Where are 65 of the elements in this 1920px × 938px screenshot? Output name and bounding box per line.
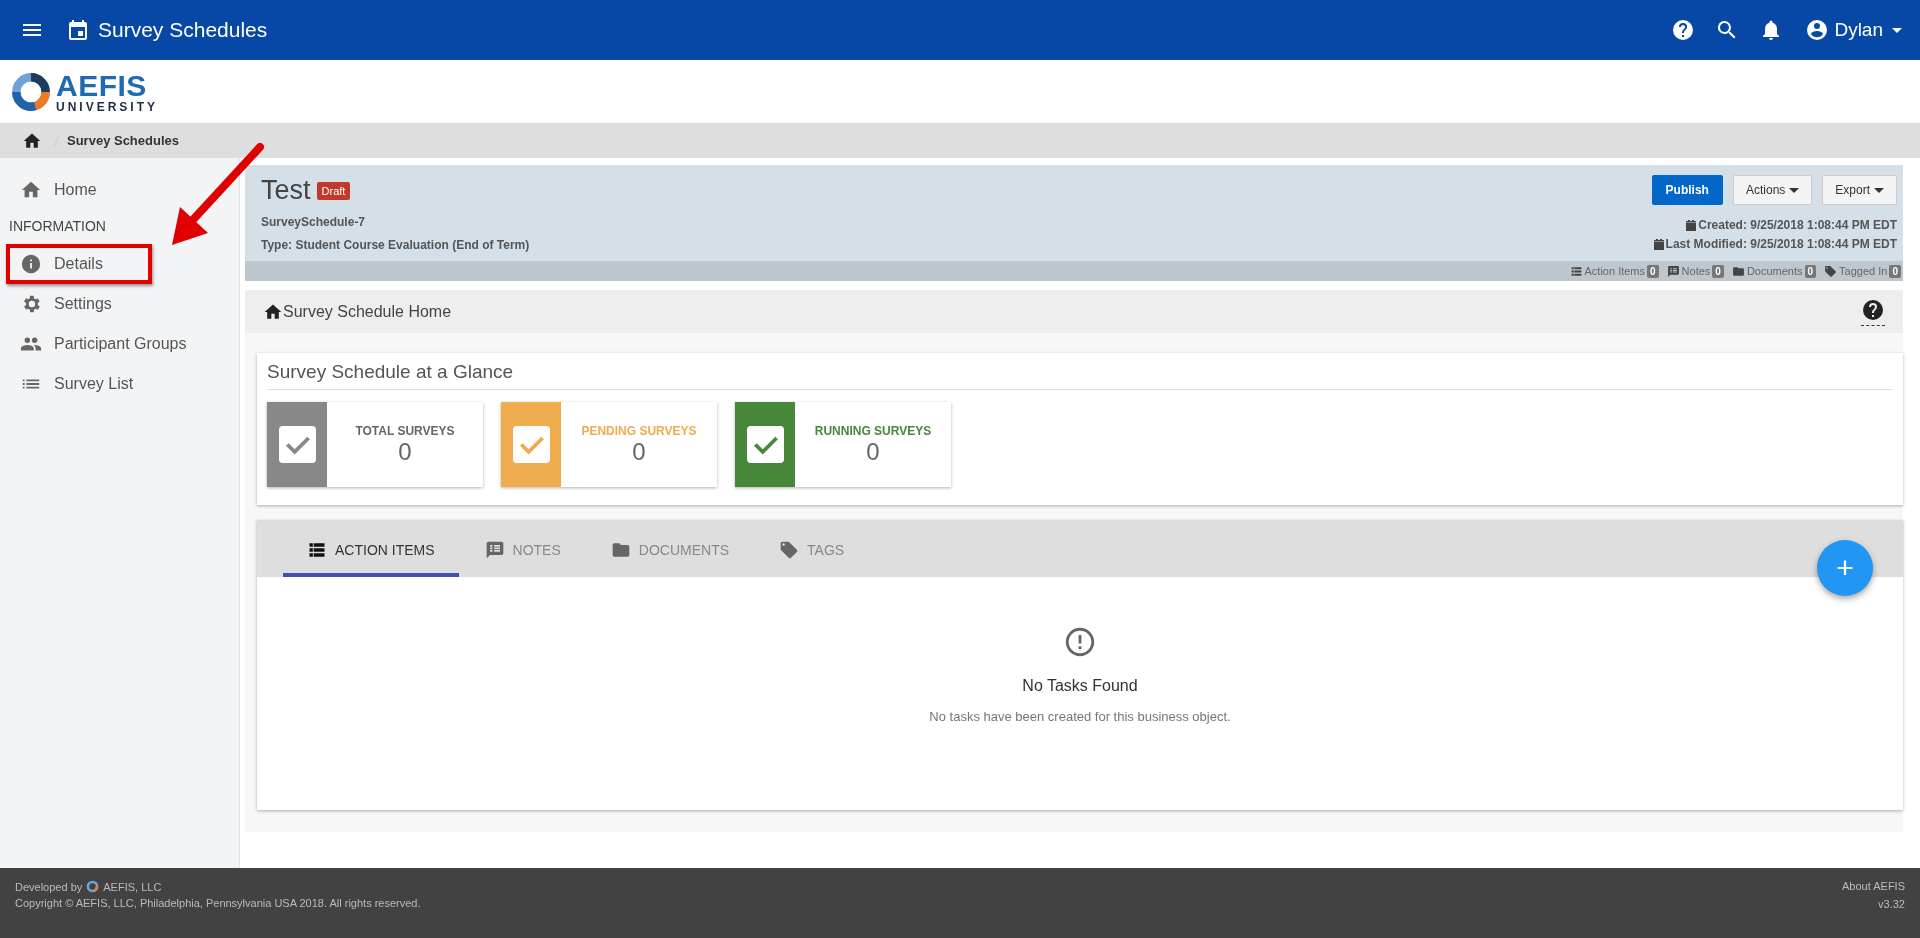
tag-icon	[779, 539, 800, 560]
checkbox-icon	[746, 426, 784, 463]
info-icon	[20, 253, 42, 275]
stat-label: RUNNING SURVEYS	[814, 424, 932, 438]
list-icon	[1569, 264, 1583, 278]
comment-icon	[1666, 264, 1680, 278]
company-name: AEFIS, LLC	[103, 880, 162, 893]
logo-name: AEFIS	[56, 70, 148, 101]
empty-message: No tasks have been created for this business object.	[929, 709, 1231, 724]
checkbox-icon	[278, 426, 316, 463]
count-badge: 0	[1804, 264, 1817, 278]
record-type: Type: Student Course Evaluation (End of Term)	[261, 238, 530, 252]
page-title: Survey Schedules	[98, 18, 268, 42]
counter-label[interactable]: Tagged In	[1839, 265, 1888, 277]
record-title: Test	[261, 175, 311, 206]
account-icon	[1805, 18, 1830, 42]
about-link[interactable]: About AEFIS	[1842, 880, 1905, 892]
record-id: SurveySchedule-7	[261, 215, 367, 229]
stat-value: 0	[632, 438, 646, 466]
tab[interactable]: ACTION ITEMS	[283, 520, 459, 577]
tag-icon	[1824, 264, 1838, 278]
caret-icon	[1789, 187, 1800, 193]
developed-by-text: Developed by	[15, 880, 83, 893]
count-badge: 0	[1712, 264, 1724, 278]
breadcrumb-link[interactable]: Survey Schedules	[67, 133, 179, 148]
publish-button[interactable]: Publish	[1651, 175, 1723, 205]
alert-icon	[1063, 625, 1097, 659]
sidebar-item[interactable]: Settings	[6, 284, 136, 324]
sidebar-item[interactable]: Details	[6, 244, 152, 284]
dropdown-button[interactable]: Actions	[1732, 175, 1813, 205]
dropdown-button[interactable]: Export	[1822, 175, 1897, 205]
comment-icon	[484, 539, 505, 560]
logo-subtitle: UNIVERSITY	[56, 100, 158, 113]
empty-title: No Tasks Found	[1022, 677, 1138, 695]
calendar-icon	[66, 18, 90, 42]
section-title: Survey Schedule Home	[283, 302, 452, 321]
count-badge: 0	[1889, 264, 1901, 278]
checkbox-icon	[512, 426, 550, 463]
glance-title: Survey Schedule at a Glance	[267, 361, 1893, 390]
sidebar-heading: INFORMATION	[8, 217, 107, 236]
folder-icon	[1731, 264, 1745, 278]
calendar-icon	[1653, 238, 1664, 250]
caret-icon	[1892, 27, 1902, 33]
counter-label[interactable]: Notes	[1681, 265, 1711, 277]
stat-value: 0	[866, 438, 880, 466]
help-icon[interactable]	[1861, 297, 1885, 326]
help-icon[interactable]	[1671, 18, 1696, 42]
count-badge: 0	[1647, 264, 1659, 278]
logo-icon	[10, 70, 52, 113]
version-text: v3.32	[1877, 898, 1905, 910]
stat-label: TOTAL SURVEYS	[355, 424, 455, 438]
sidebar-item[interactable]: Home	[6, 170, 121, 210]
logo-icon	[86, 880, 100, 893]
user-menu[interactable]: Dylan	[1805, 18, 1902, 42]
caret-icon	[1874, 187, 1884, 193]
created-date: Created: 9/25/2018 1:08:44 PM EDT	[1698, 218, 1897, 232]
modified-date: Last Modified: 9/25/2018 1:08:44 PM EDT	[1665, 237, 1897, 251]
status-badge: Draft	[316, 181, 351, 200]
sidebar-item[interactable]: Participant Groups	[6, 324, 211, 364]
stat-value: 0	[398, 438, 412, 466]
copyright-text: Copyright © AEFIS, LLC, Philadelphia, Pennsylvania USA 2018. All rights reserved.	[15, 897, 421, 909]
stat-label: PENDING SURVEYS	[581, 424, 697, 438]
sidebar-item[interactable]: Survey List	[6, 364, 158, 404]
counter-label[interactable]: Documents	[1746, 265, 1803, 277]
calendar-icon	[1686, 219, 1697, 231]
